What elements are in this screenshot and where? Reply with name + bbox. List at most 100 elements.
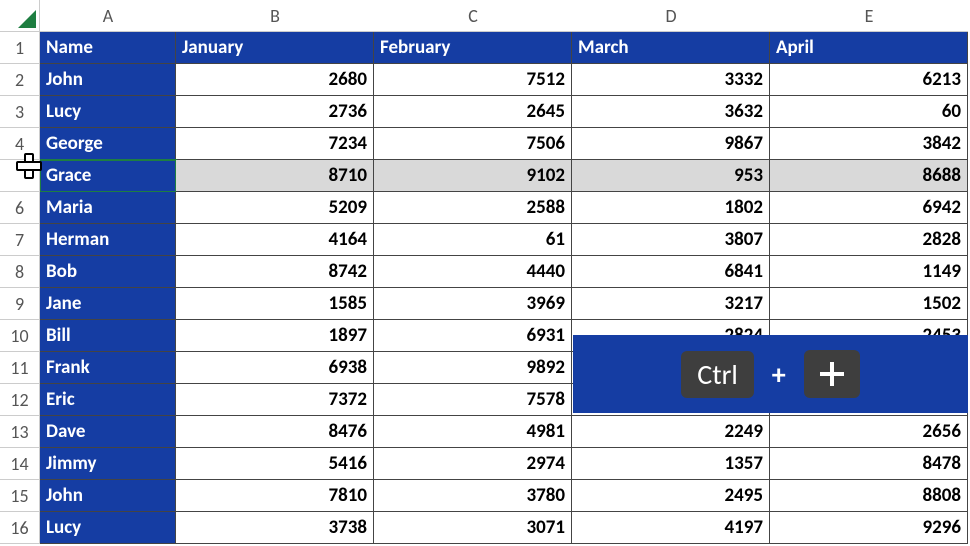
cell-D14[interactable]: 1357: [572, 448, 770, 480]
cell-C14[interactable]: 2974: [374, 448, 572, 480]
row-header-7[interactable]: 7: [0, 224, 40, 256]
cell-C12[interactable]: 7578: [374, 384, 572, 416]
cell-A9[interactable]: Jane: [40, 288, 176, 320]
cell-A13[interactable]: Dave: [40, 416, 176, 448]
col-header-B[interactable]: B: [176, 0, 374, 32]
cell-C1[interactable]: February: [374, 32, 572, 64]
row-header-9[interactable]: 9: [0, 288, 40, 320]
cell-D3[interactable]: 3632: [572, 96, 770, 128]
cell-C6[interactable]: 2588: [374, 192, 572, 224]
cell-B8[interactable]: 8742: [176, 256, 374, 288]
cell-A16[interactable]: Lucy: [40, 512, 176, 544]
cell-D1[interactable]: March: [572, 32, 770, 64]
cell-D6[interactable]: 1802: [572, 192, 770, 224]
cell-E8[interactable]: 1149: [770, 256, 968, 288]
cell-C11[interactable]: 9892: [374, 352, 572, 384]
cell-C10[interactable]: 6931: [374, 320, 572, 352]
cell-D8[interactable]: 6841: [572, 256, 770, 288]
cell-B7[interactable]: 4164: [176, 224, 374, 256]
spreadsheet[interactable]: A B C D E 1 Name January February March …: [0, 0, 970, 544]
cell-E1[interactable]: April: [770, 32, 968, 64]
row-header-4[interactable]: 4: [0, 128, 40, 160]
cell-B15[interactable]: 7810: [176, 480, 374, 512]
row-header-2[interactable]: 2: [0, 64, 40, 96]
cell-A14[interactable]: Jimmy: [40, 448, 176, 480]
ctrl-key: Ctrl: [681, 351, 754, 398]
cell-D13[interactable]: 2249: [572, 416, 770, 448]
cell-E2[interactable]: 6213: [770, 64, 968, 96]
row-header-8[interactable]: 8: [0, 256, 40, 288]
cell-B14[interactable]: 5416: [176, 448, 374, 480]
cell-D2[interactable]: 3332: [572, 64, 770, 96]
cell-A5[interactable]: Grace: [40, 160, 176, 192]
cell-B3[interactable]: 2736: [176, 96, 374, 128]
plus-key: [804, 350, 860, 398]
cell-A15[interactable]: John: [40, 480, 176, 512]
cell-B5[interactable]: 8710: [176, 160, 374, 192]
cell-B6[interactable]: 5209: [176, 192, 374, 224]
cell-A2[interactable]: John: [40, 64, 176, 96]
cell-B11[interactable]: 6938: [176, 352, 374, 384]
cell-A8[interactable]: Bob: [40, 256, 176, 288]
cell-D16[interactable]: 4197: [572, 512, 770, 544]
cell-E4[interactable]: 3842: [770, 128, 968, 160]
cell-B10[interactable]: 1897: [176, 320, 374, 352]
cell-C2[interactable]: 7512: [374, 64, 572, 96]
cell-B2[interactable]: 2680: [176, 64, 374, 96]
shortcut-hint-overlay: Ctrl +: [573, 335, 968, 413]
cell-B1[interactable]: January: [176, 32, 374, 64]
cell-A4[interactable]: George: [40, 128, 176, 160]
col-header-C[interactable]: C: [374, 0, 572, 32]
cell-B4[interactable]: 7234: [176, 128, 374, 160]
row-header-12[interactable]: 12: [0, 384, 40, 416]
cell-E15[interactable]: 8808: [770, 480, 968, 512]
cell-E3[interactable]: 60: [770, 96, 968, 128]
row-header-13[interactable]: 13: [0, 416, 40, 448]
row-header-1[interactable]: 1: [0, 32, 40, 64]
cell-D4[interactable]: 9867: [572, 128, 770, 160]
row-header-14[interactable]: 14: [0, 448, 40, 480]
cell-C5[interactable]: 9102: [374, 160, 572, 192]
row-header-15[interactable]: 15: [0, 480, 40, 512]
cell-E16[interactable]: 9296: [770, 512, 968, 544]
row-header-10[interactable]: 10: [0, 320, 40, 352]
cell-E14[interactable]: 8478: [770, 448, 968, 480]
cell-C3[interactable]: 2645: [374, 96, 572, 128]
col-header-E[interactable]: E: [770, 0, 968, 32]
row-header-11[interactable]: 11: [0, 352, 40, 384]
col-header-D[interactable]: D: [572, 0, 770, 32]
cell-D5[interactable]: 953: [572, 160, 770, 192]
cell-B16[interactable]: 3738: [176, 512, 374, 544]
cell-C4[interactable]: 7506: [374, 128, 572, 160]
cell-C9[interactable]: 3969: [374, 288, 572, 320]
cell-C15[interactable]: 3780: [374, 480, 572, 512]
cell-C7[interactable]: 61: [374, 224, 572, 256]
cell-B13[interactable]: 8476: [176, 416, 374, 448]
cell-C13[interactable]: 4981: [374, 416, 572, 448]
cell-A6[interactable]: Maria: [40, 192, 176, 224]
cell-A12[interactable]: Eric: [40, 384, 176, 416]
cell-A3[interactable]: Lucy: [40, 96, 176, 128]
cell-A1[interactable]: Name: [40, 32, 176, 64]
row-header-3[interactable]: 3: [0, 96, 40, 128]
row-header-6[interactable]: 6: [0, 192, 40, 224]
cell-A7[interactable]: Herman: [40, 224, 176, 256]
cell-D9[interactable]: 3217: [572, 288, 770, 320]
cell-C8[interactable]: 4440: [374, 256, 572, 288]
cell-E6[interactable]: 6942: [770, 192, 968, 224]
cell-B12[interactable]: 7372: [176, 384, 374, 416]
select-all-corner[interactable]: [0, 0, 40, 32]
cell-E13[interactable]: 2656: [770, 416, 968, 448]
cell-E5[interactable]: 8688: [770, 160, 968, 192]
cell-D15[interactable]: 2495: [572, 480, 770, 512]
cell-E7[interactable]: 2828: [770, 224, 968, 256]
cell-B9[interactable]: 1585: [176, 288, 374, 320]
row-header-16[interactable]: 16: [0, 512, 40, 544]
col-header-A[interactable]: A: [40, 0, 176, 32]
cell-A11[interactable]: Frank: [40, 352, 176, 384]
cell-C16[interactable]: 3071: [374, 512, 572, 544]
cell-A10[interactable]: Bill: [40, 320, 176, 352]
cell-D7[interactable]: 3807: [572, 224, 770, 256]
cell-E9[interactable]: 1502: [770, 288, 968, 320]
row-header-5[interactable]: [0, 160, 40, 192]
